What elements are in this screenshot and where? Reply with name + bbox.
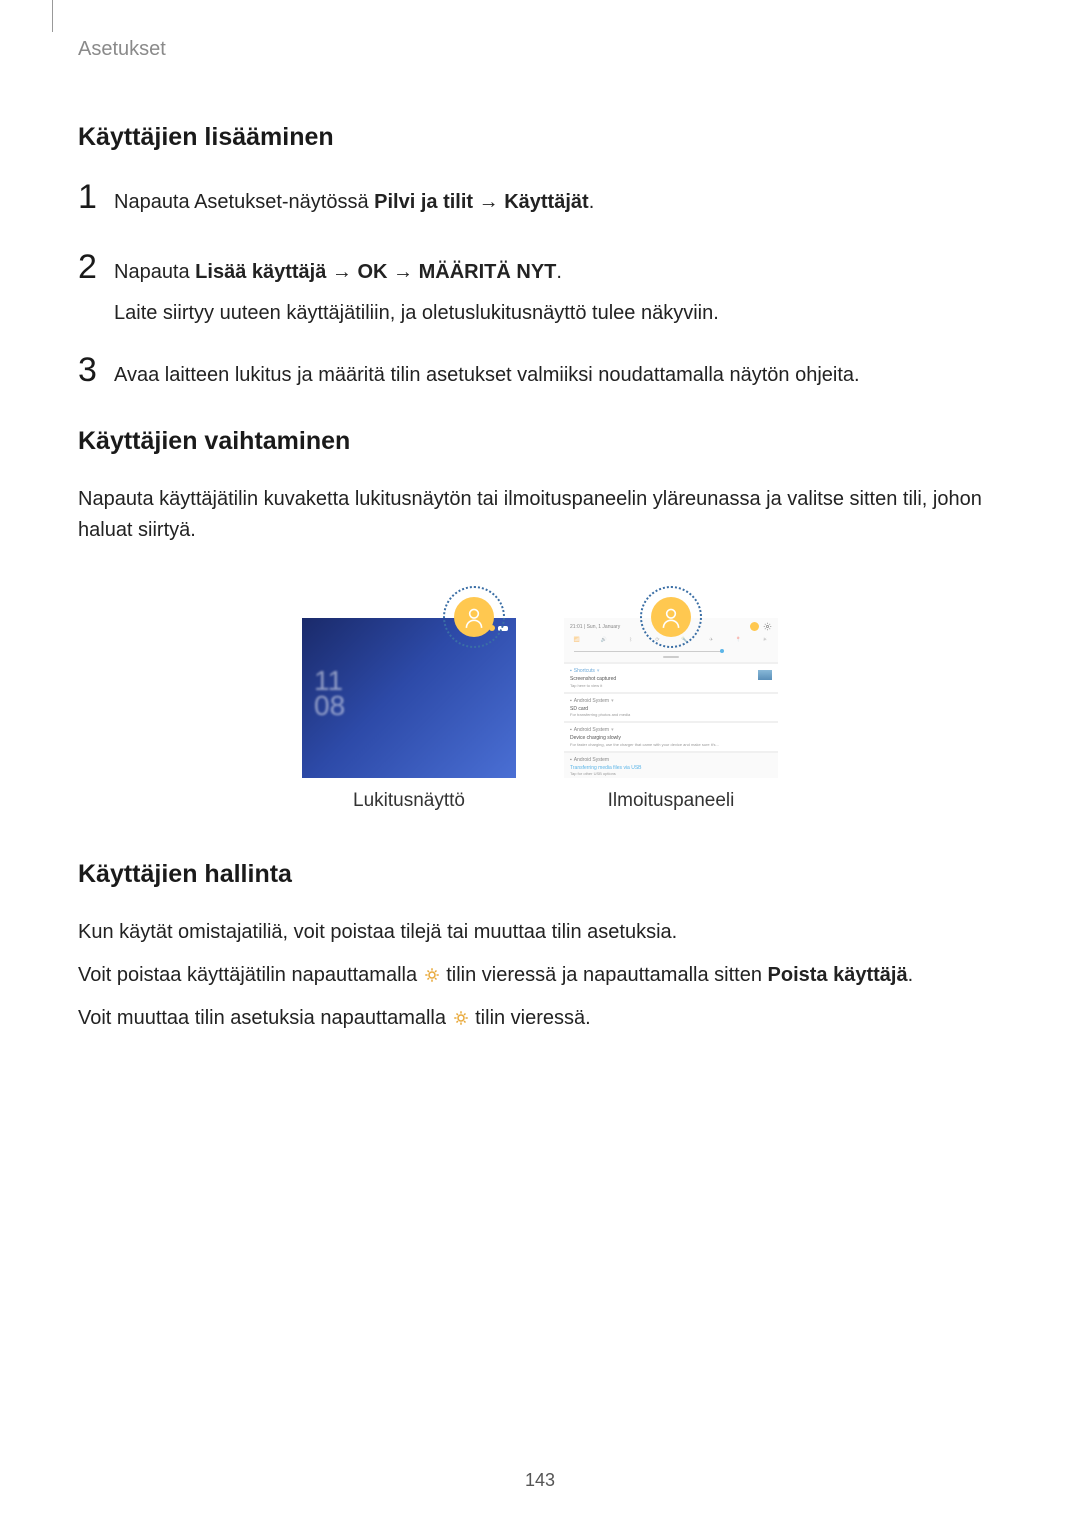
lock-screen-column: ◢ 11 08 Lukitusnäyttö (302, 586, 516, 812)
time-minutes: 08 (314, 693, 345, 718)
bold-text: Poista käyttäjä (768, 964, 908, 986)
text: . (556, 261, 562, 283)
text: Napauta Asetukset-näytössä (114, 191, 374, 213)
gear-icon (423, 966, 441, 984)
notification-panel-column: 21:01 | Sun, 1 January 📶 🔊 ᛒ ⟳ 🔦 ✈ (564, 586, 778, 812)
page-content: Asetukset Käyttäjien lisääminen 1 Napaut… (0, 0, 1080, 1034)
bold-text: Lisää käyttäjä (195, 261, 326, 283)
user-avatar-callout (443, 586, 505, 648)
step-2: 2 Napauta Lisää käyttäjä → OK → MÄÄRITÄ … (78, 250, 1002, 288)
sound-toggle-icon: 🔊 (599, 635, 609, 645)
caption-lock-screen: Lukitusnäyttö (353, 790, 465, 812)
text: . (589, 191, 595, 213)
card-app: ▪Android System▾ (570, 698, 772, 704)
heading-switching-users: Käyttäjien vaihtaminen (78, 427, 1002, 456)
step-sub-text: Laite siirtyy uuteen käyttäjätiliin, ja … (114, 298, 1002, 329)
breadcrumb: Asetukset (78, 38, 1002, 61)
text: Napauta (114, 261, 195, 283)
avatar-circle (454, 597, 494, 637)
notification-card: ▪Shortcuts▾ Screenshot captured Tap here… (564, 664, 778, 692)
arrow: → (388, 261, 419, 283)
card-sub: For faster charging, use the charger tha… (570, 742, 772, 747)
arrow: → (473, 191, 504, 213)
arrow: → (326, 261, 357, 283)
text: tilin vieressä ja napauttamalla sitten (441, 964, 768, 986)
text: Voit muuttaa tilin asetuksia napauttamal… (78, 1007, 452, 1029)
gear-icon (763, 622, 772, 631)
wifi-toggle-icon: 📶 (572, 635, 582, 645)
card-app: ▪Shortcuts▾ (570, 668, 772, 674)
screenshot-thumb (758, 670, 772, 680)
card-sub: For transferring photos and media (570, 712, 772, 717)
step-text: Avaa laitteen lukitus ja määritä tilin a… (114, 354, 860, 391)
bold-text: Pilvi ja tilit (374, 191, 473, 213)
location-toggle-icon: 📍 (733, 635, 743, 645)
body-paragraph: Napauta käyttäjätilin kuvaketta lukitusn… (78, 484, 1002, 546)
step-3: 3 Avaa laitteen lukitus ja määritä tilin… (78, 353, 1002, 391)
person-icon (658, 604, 684, 630)
notification-card: ▪Android System▾ SD card For transferrin… (564, 694, 778, 722)
text: tilin vieressä. (470, 1007, 591, 1029)
step-text: Napauta Lisää käyttäjä → OK → MÄÄRITÄ NY… (114, 251, 562, 288)
bluetooth-toggle-icon: ᛒ (626, 635, 636, 645)
lock-time: 11 08 (314, 668, 345, 718)
heading-adding-users: Käyttäjien lisääminen (78, 123, 1002, 152)
step-number: 2 (78, 250, 114, 284)
card-sub: Tap here to view it (570, 683, 772, 688)
brightness-slider (574, 651, 722, 652)
brightness-toggle-icon: ☀ (760, 635, 770, 645)
card-app: ▪Android System (570, 757, 772, 763)
bold-text: MÄÄRITÄ NYT (419, 261, 557, 283)
notif-date: 21:01 | Sun, 1 January (570, 624, 620, 630)
step-number: 3 (78, 353, 114, 387)
text: . (908, 964, 914, 986)
notification-card: ▪Android System▾ Device charging slowly … (564, 723, 778, 751)
avatar-circle (651, 597, 691, 637)
bold-text: Käyttäjät (504, 191, 588, 213)
step-1: 1 Napauta Asetukset-näytössä Pilvi ja ti… (78, 180, 1002, 218)
body-paragraph: Kun käytät omistajatiliä, voit poistaa t… (78, 917, 1002, 948)
body-paragraph: Voit poistaa käyttäjätilin napauttamalla… (78, 960, 1002, 991)
caption-notification-panel: Ilmoituspaneeli (608, 790, 735, 812)
user-dot (750, 622, 759, 631)
step-number: 1 (78, 180, 114, 214)
notification-card: ▪Android System Transferring media files… (564, 753, 778, 779)
gear-icon (452, 1009, 470, 1027)
drag-handle (663, 656, 679, 658)
heading-managing-users: Käyttäjien hallinta (78, 860, 1002, 889)
body-paragraph: Voit muuttaa tilin asetuksia napauttamal… (78, 1003, 1002, 1034)
page-edge-divider (52, 0, 53, 32)
screenshots-row: ◢ 11 08 Lukitusnäyttö (78, 586, 1002, 812)
user-avatar-callout (640, 586, 702, 648)
card-app: ▪Android System▾ (570, 727, 772, 733)
step-text: Napauta Asetukset-näytössä Pilvi ja tili… (114, 181, 594, 218)
page-number: 143 (0, 1470, 1080, 1491)
bold-text: OK (358, 261, 388, 283)
person-icon (461, 604, 487, 630)
airplane-toggle-icon: ✈ (706, 635, 716, 645)
text: Voit poistaa käyttäjätilin napauttamalla (78, 964, 423, 986)
card-sub: Tap for other USB options (570, 771, 772, 776)
